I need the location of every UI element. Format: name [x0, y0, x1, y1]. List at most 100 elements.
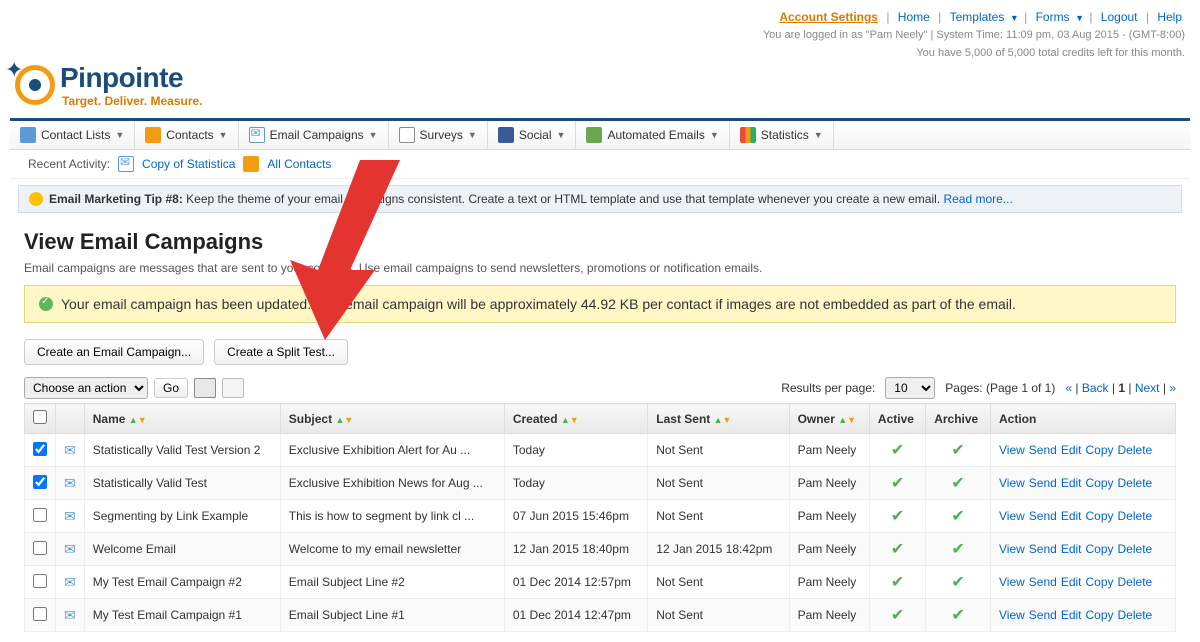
cell-name: Segmenting by Link Example [84, 500, 280, 533]
templates-link[interactable]: Templates [950, 10, 1005, 24]
cell-subject: Exclusive Exhibition News for Aug ... [280, 467, 504, 500]
create-split-test-button[interactable]: Create a Split Test... [214, 339, 348, 365]
col-name[interactable]: Name ▲▼ [84, 404, 280, 434]
table-row: ✉My Test Email Campaign #1Email Subject … [25, 599, 1176, 632]
action-view[interactable]: View [999, 476, 1025, 490]
cell-lastsent: Not Sent [648, 434, 789, 467]
action-delete[interactable]: Delete [1118, 476, 1153, 490]
dropdown-icon: ▼ [1007, 13, 1018, 23]
action-edit[interactable]: Edit [1061, 509, 1082, 523]
mail-icon [249, 127, 265, 143]
nav-contacts[interactable]: Contacts▼ [135, 121, 238, 149]
nav-surveys[interactable]: Surveys▼ [389, 121, 488, 149]
action-edit[interactable]: Edit [1061, 443, 1082, 457]
row-checkbox[interactable] [33, 442, 47, 456]
page-next[interactable]: Next [1135, 381, 1160, 395]
row-checkbox[interactable] [33, 541, 47, 555]
page-last[interactable]: » [1169, 381, 1176, 395]
action-copy[interactable]: Copy [1086, 575, 1114, 589]
page-back[interactable]: Back [1082, 381, 1109, 395]
cell-owner: Pam Neely [789, 599, 869, 632]
action-view[interactable]: View [999, 575, 1025, 589]
page-first[interactable]: « [1065, 381, 1072, 395]
select-all-checkbox[interactable] [33, 410, 47, 424]
help-link[interactable]: Help [1157, 10, 1182, 24]
action-send[interactable]: Send [1029, 476, 1057, 490]
logout-link[interactable]: Logout [1101, 10, 1138, 24]
recent-item-2[interactable]: All Contacts [267, 157, 331, 171]
main-nav: Contact Lists▼ Contacts▼ Email Campaigns… [10, 118, 1190, 150]
brand-logo[interactable]: ✦ Pinpointe Target. Deliver. Measure. [0, 62, 1200, 118]
action-copy[interactable]: Copy [1086, 608, 1114, 622]
list-view-button[interactable] [194, 378, 216, 398]
action-view[interactable]: View [999, 608, 1025, 622]
action-delete[interactable]: Delete [1118, 443, 1153, 457]
bulk-action-select[interactable]: Choose an action [24, 377, 148, 399]
cell-lastsent: Not Sent [648, 599, 789, 632]
col-subject[interactable]: Subject ▲▼ [280, 404, 504, 434]
action-view[interactable]: View [999, 542, 1025, 556]
action-delete[interactable]: Delete [1118, 608, 1153, 622]
forms-link[interactable]: Forms [1036, 10, 1070, 24]
action-copy[interactable]: Copy [1086, 443, 1114, 457]
action-view[interactable]: View [999, 509, 1025, 523]
pages-label: Pages: (Page 1 of 1) [945, 381, 1055, 395]
action-view[interactable]: View [999, 443, 1025, 457]
brand-tagline: Target. Deliver. Measure. [62, 94, 203, 108]
action-edit[interactable]: Edit [1061, 608, 1082, 622]
grid-view-button[interactable] [222, 378, 244, 398]
cell-lastsent: Not Sent [648, 566, 789, 599]
alert-text: Your email campaign has been updated. Th… [61, 296, 1016, 312]
home-link[interactable]: Home [898, 10, 930, 24]
action-send[interactable]: Send [1029, 575, 1057, 589]
cell-name: Statistically Valid Test Version 2 [84, 434, 280, 467]
social-icon [498, 127, 514, 143]
account-settings-link[interactable]: Account Settings [779, 10, 878, 24]
action-edit[interactable]: Edit [1061, 575, 1082, 589]
rpp-select[interactable]: 10 [885, 377, 935, 399]
action-delete[interactable]: Delete [1118, 575, 1153, 589]
row-checkbox[interactable] [33, 475, 47, 489]
nav-automated[interactable]: Automated Emails▼ [576, 121, 729, 149]
go-button[interactable]: Go [154, 378, 188, 398]
col-created[interactable]: Created ▲▼ [504, 404, 647, 434]
nav-contact-lists[interactable]: Contact Lists▼ [10, 121, 135, 149]
cell-name: My Test Email Campaign #1 [84, 599, 280, 632]
mail-icon: ✉ [64, 541, 76, 557]
table-row: ✉Statistically Valid Test Version 2Exclu… [25, 434, 1176, 467]
recent-label: Recent Activity: [28, 157, 110, 171]
table-row: ✉Welcome EmailWelcome to my email newsle… [25, 533, 1176, 566]
row-checkbox[interactable] [33, 607, 47, 621]
page-title: View Email Campaigns [24, 229, 1176, 255]
recent-item-1[interactable]: Copy of Statistica [142, 157, 235, 171]
cell-created: 01 Dec 2014 12:57pm [504, 566, 647, 599]
col-owner[interactable]: Owner ▲▼ [789, 404, 869, 434]
create-campaign-button[interactable]: Create an Email Campaign... [24, 339, 204, 365]
action-copy[interactable]: Copy [1086, 542, 1114, 556]
cell-archive: ✔ [926, 467, 991, 500]
table-row: ✉My Test Email Campaign #2Email Subject … [25, 566, 1176, 599]
tip-readmore[interactable]: Read more... [943, 192, 1012, 206]
nav-email-campaigns[interactable]: Email Campaigns▼ [239, 121, 389, 149]
col-archive: Archive [926, 404, 991, 434]
mail-icon: ✉ [64, 508, 76, 524]
row-checkbox[interactable] [33, 574, 47, 588]
mail-icon: ✉ [64, 475, 76, 491]
action-edit[interactable]: Edit [1061, 476, 1082, 490]
action-copy[interactable]: Copy [1086, 509, 1114, 523]
col-lastsent[interactable]: Last Sent ▲▼ [648, 404, 789, 434]
action-edit[interactable]: Edit [1061, 542, 1082, 556]
action-copy[interactable]: Copy [1086, 476, 1114, 490]
row-checkbox[interactable] [33, 508, 47, 522]
nav-social[interactable]: Social▼ [488, 121, 577, 149]
action-delete[interactable]: Delete [1118, 509, 1153, 523]
cell-owner: Pam Neely [789, 500, 869, 533]
action-send[interactable]: Send [1029, 509, 1057, 523]
cell-owner: Pam Neely [789, 434, 869, 467]
action-send[interactable]: Send [1029, 443, 1057, 457]
action-delete[interactable]: Delete [1118, 542, 1153, 556]
action-send[interactable]: Send [1029, 608, 1057, 622]
nav-statistics[interactable]: Statistics▼ [730, 121, 834, 149]
cell-active: ✔ [869, 434, 925, 467]
action-send[interactable]: Send [1029, 542, 1057, 556]
